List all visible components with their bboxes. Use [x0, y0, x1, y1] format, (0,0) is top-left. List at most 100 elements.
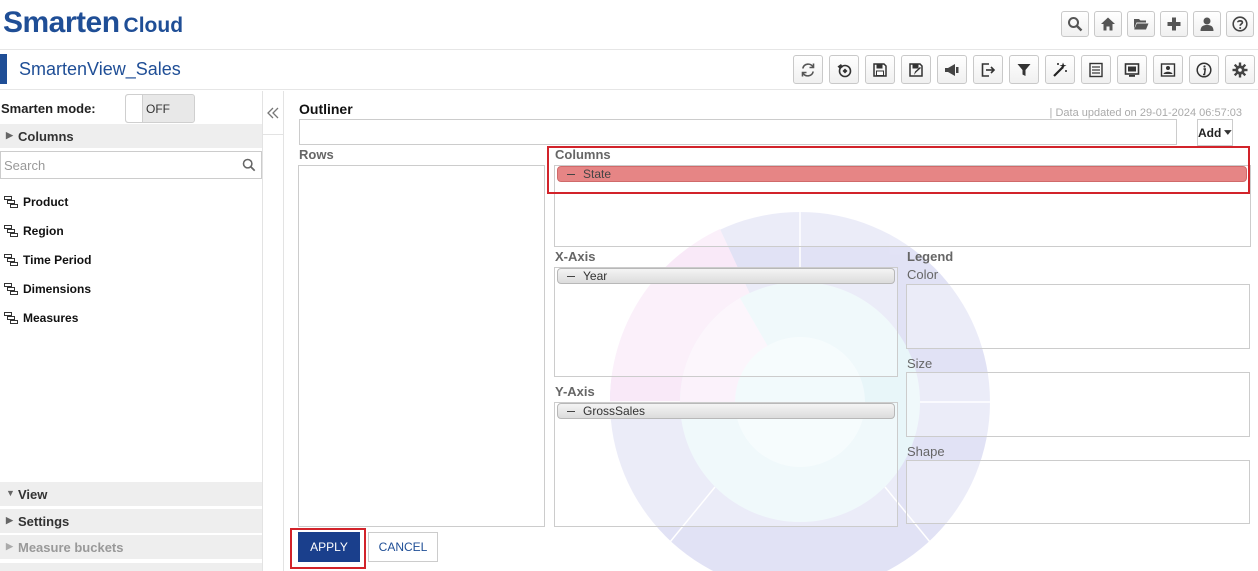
top-header: Smarten Cloud	[0, 0, 1258, 50]
tree-item-product[interactable]: Product	[4, 193, 68, 211]
brand-logo: Smarten Cloud	[3, 6, 183, 40]
cancel-button[interactable]: CANCEL	[368, 532, 438, 562]
settings-section-header[interactable]: ▶ Settings	[0, 509, 262, 533]
home-icon	[1101, 17, 1115, 31]
hierarchy-icon	[4, 283, 18, 295]
save-as-button[interactable]	[901, 55, 931, 84]
search-button[interactable]	[1061, 11, 1089, 37]
yaxis-pill-grosssales[interactable]: GrossSales	[557, 403, 895, 419]
settings-section-label: Settings	[18, 514, 70, 529]
tree-item-label: Region	[23, 224, 64, 238]
smarten-mode-label: Smarten mode:	[1, 101, 96, 116]
sidebar-collapse-bar	[262, 91, 284, 571]
filter-button[interactable]	[1009, 55, 1039, 84]
list-button[interactable]	[1081, 55, 1111, 84]
magic-wand-button[interactable]	[1045, 55, 1075, 84]
title-accent	[0, 54, 7, 84]
save-as-icon	[909, 62, 923, 77]
add-dropdown-button[interactable]: Add	[1197, 119, 1233, 146]
info-icon	[1196, 61, 1212, 78]
list-icon	[1089, 62, 1103, 77]
announce-icon	[945, 63, 959, 76]
columns-section-header[interactable]: ▶ Columns	[0, 124, 262, 148]
hierarchy-icon	[4, 225, 18, 237]
outliner-panel: Outliner | Data updated on 29-01-2024 06…	[284, 91, 1258, 571]
apply-highlight-box	[290, 528, 366, 569]
screen-button[interactable]	[1117, 55, 1147, 84]
pill-label: Year	[583, 269, 608, 283]
brand-name: Smarten	[3, 6, 120, 39]
more-sections-header	[0, 563, 262, 571]
image-button[interactable]	[1153, 55, 1183, 84]
plus-icon	[1167, 17, 1181, 31]
measure-buckets-section-header[interactable]: ▶ Measure buckets	[0, 535, 262, 559]
size-label: Size	[907, 356, 933, 371]
toggle-knob	[126, 95, 143, 122]
collapse-sidebar-button[interactable]	[263, 91, 283, 135]
save-icon	[873, 62, 887, 77]
exit-button[interactable]	[973, 55, 1003, 84]
sidebar: Smarten mode: OFF ▶ Columns Product Regi…	[0, 91, 262, 571]
settings-button[interactable]	[1225, 55, 1255, 84]
search-icon[interactable]	[242, 158, 256, 172]
search-box	[0, 151, 262, 179]
refresh-icon	[801, 62, 815, 77]
tree-item-region[interactable]: Region	[4, 222, 64, 240]
columns-section-label: Columns	[18, 129, 74, 144]
help-icon	[1232, 16, 1248, 32]
search-icon	[1068, 17, 1083, 32]
yaxis-label: Y-Axis	[555, 384, 595, 399]
tree-item-label: Dimensions	[23, 282, 92, 296]
brand-suffix: Cloud	[123, 14, 184, 37]
smarten-mode-toggle[interactable]: OFF	[125, 94, 195, 123]
tree-item-time-period[interactable]: Time Period	[4, 251, 91, 269]
refresh-button[interactable]	[793, 55, 823, 84]
tree-item-label: Product	[23, 195, 69, 209]
help-button[interactable]	[1226, 11, 1254, 37]
filter-icon	[1017, 63, 1031, 76]
xaxis-pill-year[interactable]: Year	[557, 268, 895, 284]
color-dropzone[interactable]	[906, 284, 1250, 349]
screen-icon	[1124, 62, 1140, 77]
rows-label: Rows	[299, 147, 334, 162]
tree-item-measures[interactable]: Measures	[4, 309, 78, 327]
save-button[interactable]	[865, 55, 895, 84]
shape-dropzone[interactable]	[906, 460, 1250, 524]
search-input[interactable]	[1, 152, 231, 178]
exit-icon	[981, 62, 996, 77]
tree-item-label: Time Period	[23, 253, 92, 267]
tree-item-dimensions[interactable]: Dimensions	[4, 280, 91, 298]
image-icon	[1160, 62, 1176, 77]
legend-label: Legend	[907, 249, 954, 264]
user-button[interactable]	[1193, 11, 1221, 37]
data-updated-timestamp: | Data updated on 29-01-2024 06:57:03	[1049, 107, 1242, 119]
announce-button[interactable]	[937, 55, 967, 84]
view-section-header[interactable]: ▼ View	[0, 482, 262, 506]
view-toolbar	[793, 55, 1255, 84]
view-section-label: View	[18, 487, 48, 502]
hierarchy-icon	[4, 312, 18, 324]
remove-icon[interactable]	[567, 410, 575, 412]
outliner-input[interactable]	[299, 119, 1177, 145]
home-button[interactable]	[1094, 11, 1122, 37]
shape-label: Shape	[907, 444, 945, 459]
rows-dropzone[interactable]	[298, 165, 545, 527]
caret-down-icon: ▼	[6, 488, 15, 498]
hierarchy-icon	[4, 196, 18, 208]
tree-item-label: Measures	[23, 311, 79, 325]
add-button[interactable]	[1160, 11, 1188, 37]
link-icon	[837, 63, 852, 77]
hierarchy-icon	[4, 254, 18, 266]
caret-right-icon: ▶	[6, 541, 13, 551]
info-button[interactable]	[1189, 55, 1219, 84]
yaxis-dropzone[interactable]	[554, 402, 898, 527]
toggle-state: OFF	[146, 102, 170, 116]
link-button[interactable]	[829, 55, 859, 84]
open-folder-button[interactable]	[1127, 11, 1155, 37]
remove-icon[interactable]	[567, 275, 575, 277]
user-icon	[1200, 17, 1214, 31]
size-dropzone[interactable]	[906, 372, 1250, 437]
measure-buckets-section-label: Measure buckets	[18, 540, 124, 555]
pill-label: GrossSales	[583, 404, 646, 418]
view-header: SmartenView_Sales	[0, 50, 1258, 90]
